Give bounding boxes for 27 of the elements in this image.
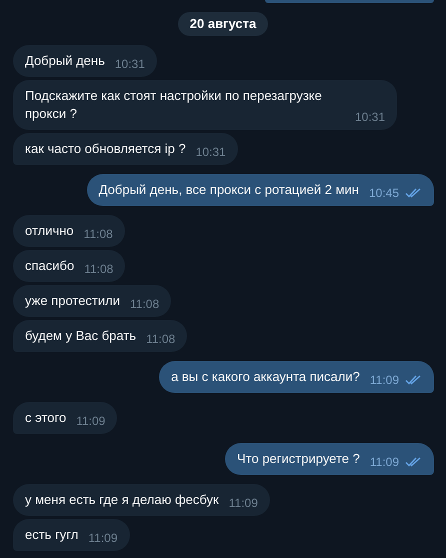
message-time: 10:31 [196,144,226,161]
message-time: 11:09 [370,454,399,471]
message-text: как часто обновляется ip ? [25,140,186,158]
message-time: 10:45 [368,185,399,202]
message-time: 11:09 [228,495,258,512]
message-time: 11:09 [370,372,399,389]
message-time: 10:31 [355,109,386,126]
message-text: есть гугл [25,526,78,544]
message-time: 11:08 [130,296,160,313]
message-text: Подскажите как стоят настройки по перезагрузке прокси ? [25,87,323,123]
date-label: 20 августа [178,12,268,36]
message-text: отлично [25,222,74,240]
message-time: 11:08 [146,331,176,348]
message-text: уже протестили [25,292,120,310]
message-text: спасибо [25,257,74,275]
message-time: 11:09 [76,413,106,430]
message-text: с этого [25,409,66,427]
message-time: 10:31 [114,56,145,73]
message-time: 11:08 [84,226,113,243]
message-text: у меня есть где я делаю фесбук [25,491,219,509]
message-time: 11:08 [84,261,114,278]
message-time: 11:09 [88,530,118,547]
message-text: а вы с какого аккаунта писали? [171,368,360,386]
message-text: Добрый день, все прокси с ротацией 2 мин [98,181,359,199]
message-text: Добрый день [25,52,105,70]
message-text: будем у Вас брать [25,327,136,345]
message-text: Что регистрируете ? [237,450,360,468]
